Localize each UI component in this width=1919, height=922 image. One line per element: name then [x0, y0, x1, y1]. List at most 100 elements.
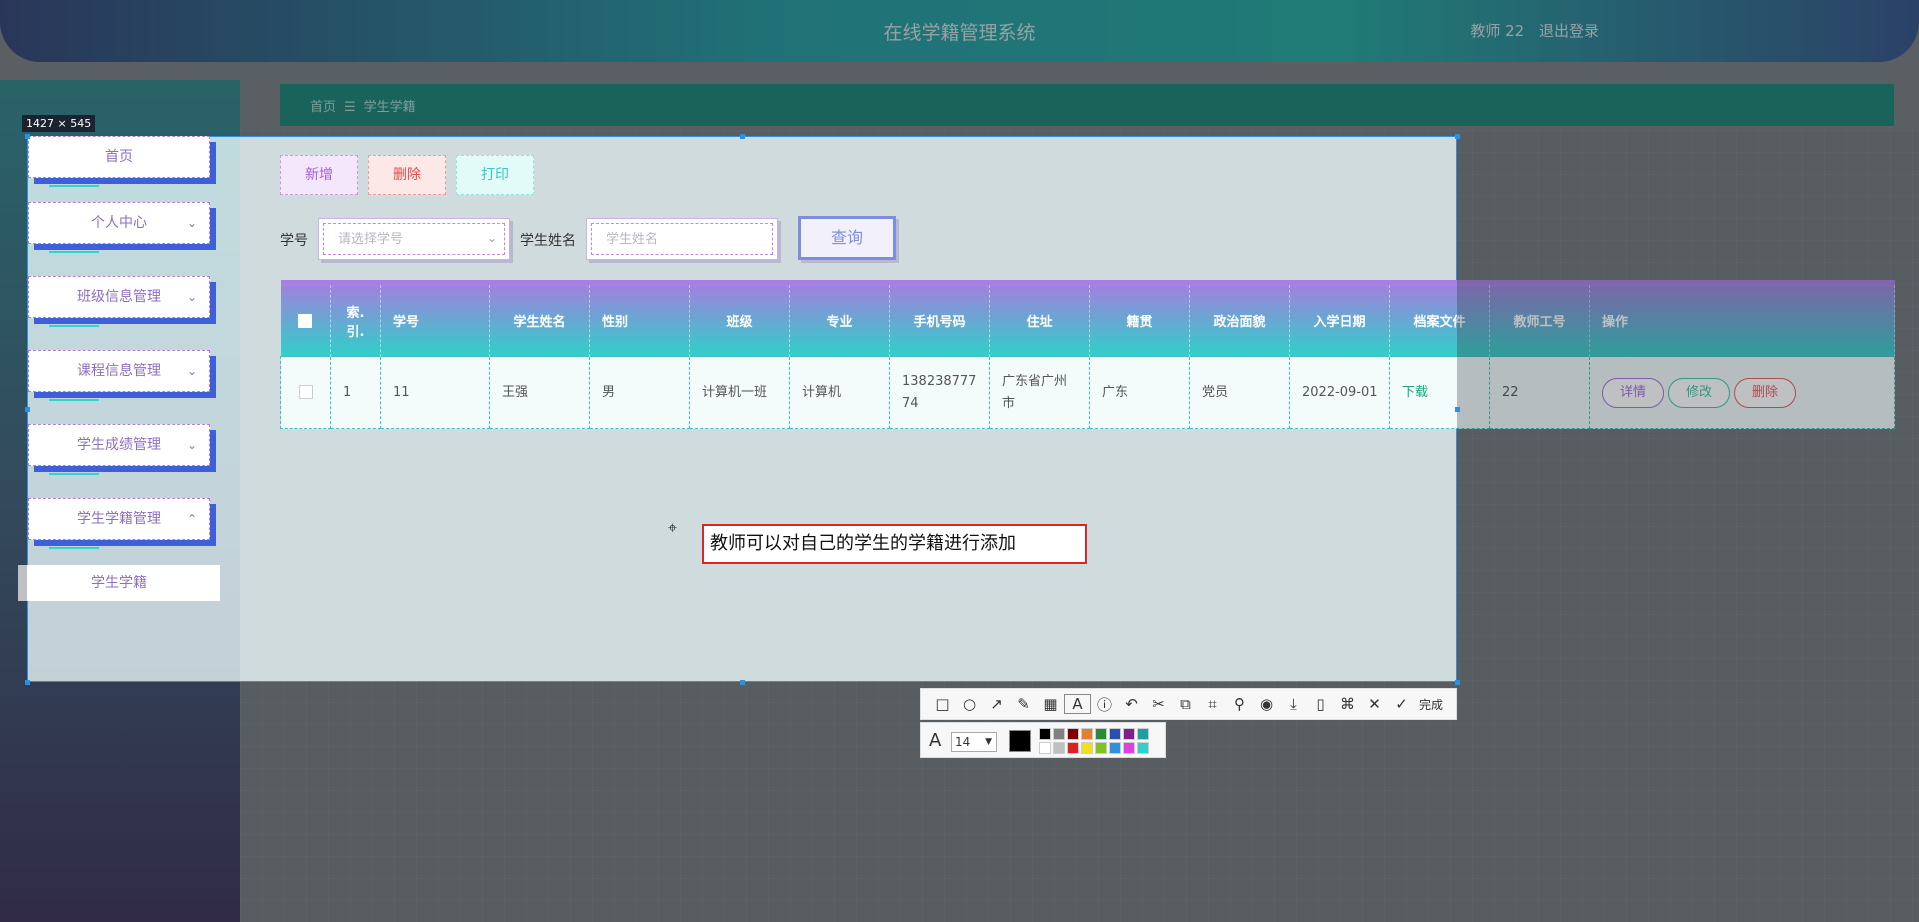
cell-student-no: 11 — [380, 356, 490, 429]
sidebar-item-class-management[interactable]: 班级信息管理 ⌄ — [28, 276, 210, 327]
mosaic-tool-icon[interactable]: ▦ — [1037, 695, 1064, 713]
select-all-checkbox[interactable] — [280, 280, 331, 357]
student-name-placeholder: 学生姓名 — [591, 223, 773, 255]
sidebar-item-enrollment-management[interactable]: 学生学籍管理 ⌃ — [28, 498, 210, 549]
color-swatch[interactable] — [1081, 728, 1093, 740]
resize-handle[interactable] — [25, 134, 30, 139]
cell-actions: 详情 修改 删除 — [1589, 356, 1895, 429]
breadcrumb-home[interactable]: 首页 — [310, 100, 336, 115]
color-swatch[interactable] — [1067, 728, 1079, 740]
sidebar-item-label: 首页 — [105, 149, 133, 165]
column-header: 籍贯 — [1089, 280, 1190, 357]
ocr-tool-icon[interactable]: ✂ — [1145, 695, 1172, 713]
table-row[interactable]: 1 11 王强 男 计算机一班 计算机 138238777 74 广东省广州市 广… — [280, 356, 1895, 429]
sidebar-item-personal-center[interactable]: 个人中心 ⌄ — [28, 202, 210, 253]
row-delete-button[interactable]: 删除 — [1734, 377, 1796, 408]
color-palette — [1039, 728, 1149, 754]
column-header: 教师工号 — [1489, 280, 1590, 357]
download-icon[interactable]: ⤓ — [1280, 695, 1307, 713]
color-swatch[interactable] — [1109, 728, 1121, 740]
translate-tool-icon[interactable]: ⧉ — [1172, 695, 1199, 713]
color-swatch[interactable] — [1137, 742, 1149, 754]
color-swatch[interactable] — [1039, 728, 1051, 740]
sidebar-item-score-management[interactable]: 学生成绩管理 ⌄ — [28, 424, 210, 475]
color-swatch[interactable] — [1123, 728, 1135, 740]
color-swatch[interactable] — [1053, 742, 1065, 754]
color-swatch[interactable] — [1109, 742, 1121, 754]
done-button[interactable]: 完成 — [1419, 696, 1443, 713]
detail-button[interactable]: 详情 — [1602, 377, 1664, 408]
delete-button[interactable]: 删除 — [368, 155, 446, 195]
cell-gender: 男 — [589, 356, 690, 429]
font-size-select[interactable]: 14 ▼ — [951, 732, 997, 752]
resize-handle[interactable] — [740, 680, 745, 685]
chevron-down-icon: ⌄ — [186, 290, 197, 304]
arrow-tool-icon[interactable]: ↗ — [983, 695, 1010, 713]
student-no-placeholder: 请选择学号 — [323, 223, 505, 255]
chevron-down-icon: ⌄ — [186, 438, 197, 452]
query-button[interactable]: 查询 — [798, 216, 896, 260]
user-info: 教师 22 退出登录 — [1460, 20, 1599, 41]
sidebar-item-label: 班级信息管理 — [77, 289, 161, 305]
breadcrumb: 首页 ☰ 学生学籍 — [310, 96, 416, 115]
resize-handle[interactable] — [1455, 407, 1460, 412]
scan-tool-icon[interactable]: ⌗ — [1199, 695, 1226, 713]
color-swatch[interactable] — [1095, 728, 1107, 740]
color-swatch[interactable] — [1137, 728, 1149, 740]
text-annotation[interactable]: 教师可以对自己的学生的学籍进行添加 — [702, 524, 1087, 564]
capture-toolbar: □ ○ ↗ ✎ ▦ A ⓘ ↶ ✂ ⧉ ⌗ ⚲ ◉ ⤓ ▯ ⌘ ✕ ✓ 完成 — [920, 688, 1457, 720]
add-button[interactable]: 新增 — [280, 155, 358, 195]
cell-name: 王强 — [489, 356, 590, 429]
close-icon[interactable]: ✕ — [1361, 695, 1388, 713]
column-header: 操作 — [1589, 280, 1895, 357]
row-checkbox[interactable] — [280, 356, 331, 429]
column-header: 索. 引. — [330, 280, 381, 357]
color-swatch[interactable] — [1053, 728, 1065, 740]
checkbox-icon — [298, 385, 313, 399]
column-header: 手机号码 — [889, 280, 990, 357]
cell-address: 广东省广州市 — [989, 356, 1090, 429]
resize-handle[interactable] — [1455, 134, 1460, 139]
undo-icon[interactable]: ↶ — [1118, 695, 1145, 713]
color-swatch[interactable] — [1081, 742, 1093, 754]
sidebar-subitem-student-enrollment[interactable]: 学生学籍 — [18, 565, 220, 601]
edit-button[interactable]: 修改 — [1668, 377, 1730, 408]
sidebar-item-label: 学生成绩管理 — [77, 437, 161, 453]
long-capture-icon[interactable]: ▯ — [1307, 695, 1334, 713]
logout-link[interactable]: 退出登录 — [1539, 22, 1599, 40]
sidebar-item-home[interactable]: 首页 — [28, 136, 210, 187]
color-swatch[interactable] — [1123, 742, 1135, 754]
color-swatch[interactable] — [1039, 742, 1051, 754]
cell-major: 计算机 — [789, 356, 890, 429]
ellipse-tool-icon[interactable]: ○ — [956, 695, 983, 713]
print-button[interactable]: 打印 — [456, 155, 534, 195]
numbering-tool-icon[interactable]: ⓘ — [1091, 694, 1118, 715]
rectangle-tool-icon[interactable]: □ — [929, 695, 956, 713]
student-name-input[interactable]: 学生姓名 — [586, 218, 778, 260]
resize-handle[interactable] — [1455, 680, 1460, 685]
resize-handle[interactable] — [25, 680, 30, 685]
bookmark-icon[interactable]: ⌘ — [1334, 695, 1361, 713]
current-color-swatch[interactable] — [1009, 730, 1031, 752]
selection-size-badge: 1427 × 545 — [22, 115, 96, 132]
table-header-row: 索. 引. 学号 学生姓名 性别 班级 专业 手机号码 住址 籍贯 政治面貌 入学… — [280, 280, 1895, 357]
column-header: 学生姓名 — [489, 280, 590, 357]
color-swatch[interactable] — [1095, 742, 1107, 754]
text-tool-icon[interactable]: A — [1064, 694, 1091, 714]
download-link[interactable]: 下载 — [1402, 385, 1428, 400]
resize-handle[interactable] — [25, 407, 30, 412]
check-icon[interactable]: ✓ — [1388, 695, 1415, 713]
crosshair-cursor-icon: ⌖ — [668, 518, 678, 537]
sidebar-item-course-management[interactable]: 课程信息管理 ⌄ — [28, 350, 210, 401]
cell-index: 1 — [330, 356, 381, 429]
resize-handle[interactable] — [740, 134, 745, 139]
column-header: 入学日期 — [1289, 280, 1390, 357]
student-no-select[interactable]: 请选择学号 ⌄ — [318, 218, 510, 260]
chevron-down-icon: ⌄ — [486, 231, 497, 245]
pen-tool-icon[interactable]: ✎ — [1010, 695, 1037, 713]
cell-file: 下载 — [1389, 356, 1490, 429]
chevron-down-icon: ▼ — [985, 737, 992, 747]
pin-icon[interactable]: ⚲ — [1226, 695, 1253, 713]
color-swatch[interactable] — [1067, 742, 1079, 754]
record-icon[interactable]: ◉ — [1253, 695, 1280, 713]
